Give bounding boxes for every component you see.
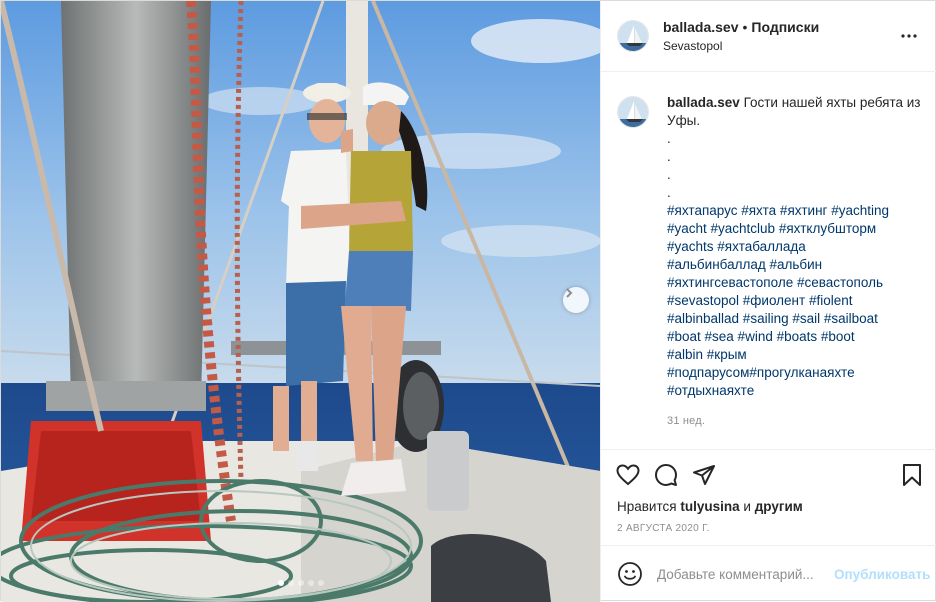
comments-section: ballada.sev Гости нашей яхты ребята из У… xyxy=(601,72,936,449)
save-button[interactable] xyxy=(899,462,925,488)
paper-plane-icon xyxy=(693,464,715,485)
post-photo[interactable] xyxy=(1,1,600,602)
hashtags: #яхтапарус #яхта #яхтинг #yachting #yach… xyxy=(667,202,921,400)
sailboat-avatar-icon xyxy=(618,97,648,127)
caption-dot: . xyxy=(667,149,671,164)
location-link[interactable]: Sevastopol xyxy=(663,39,897,53)
hashtag-line[interactable]: #подпарусом#прогулканаяхте xyxy=(667,364,921,382)
post-actions xyxy=(601,449,936,499)
chevron-right-icon xyxy=(566,288,573,298)
yacht-photo xyxy=(1,1,600,602)
hashtag-line[interactable]: #albinballad #sailing #sail #sailboat xyxy=(667,310,921,328)
add-comment-bar: Опубликовать xyxy=(601,545,936,602)
carousel-dot xyxy=(287,580,294,586)
likes-others-button[interactable]: другим xyxy=(755,499,803,514)
caption: ballada.sev Гости нашей яхты ребята из У… xyxy=(617,94,921,430)
smiley-icon[interactable] xyxy=(617,561,643,587)
hashtag-line[interactable]: #яхтингсевастополе #севастополь xyxy=(667,274,921,292)
hashtag-line[interactable]: #яхтапарус #яхта #яхтинг #yachting xyxy=(667,202,921,220)
comment-input[interactable] xyxy=(657,566,834,582)
likes-and: и xyxy=(743,499,751,514)
more-horizontal-icon xyxy=(901,34,917,38)
author-username[interactable]: ballada.sev xyxy=(663,19,739,35)
heart-icon xyxy=(616,463,640,485)
publish-button[interactable]: Опубликовать xyxy=(834,567,930,582)
like-button[interactable] xyxy=(615,462,641,488)
hashtag-line[interactable]: #albin #крым xyxy=(667,346,921,364)
avatar[interactable] xyxy=(617,96,649,128)
more-options-button[interactable] xyxy=(897,24,921,48)
hashtag-line[interactable]: #yachts #яхтабаллада xyxy=(667,238,921,256)
hashtag-line[interactable]: #yacht #yachtclub #яхтклубшторм xyxy=(667,220,921,238)
sailboat-avatar-icon xyxy=(618,21,648,51)
post-date[interactable]: 2 АВГУСТА 2020 Г. xyxy=(601,523,936,545)
post-dialog: ballada.sev • Подписки Sevastopol ballad… xyxy=(0,0,936,602)
caption-dot: . xyxy=(667,167,671,182)
likes-summary: Нравится tulyusina и другим xyxy=(601,499,936,519)
likes-prefix: Нравится xyxy=(617,499,677,514)
caption-dot: . xyxy=(667,131,671,146)
caption-author[interactable]: ballada.sev xyxy=(667,95,740,110)
hashtag-line[interactable]: #boat #sea #wind #boats #boot xyxy=(667,328,921,346)
caption-dot: . xyxy=(667,185,671,200)
carousel-dot xyxy=(277,580,284,586)
share-button[interactable] xyxy=(691,462,717,488)
carousel-indicator xyxy=(1,580,600,586)
comment-button[interactable] xyxy=(653,462,679,488)
following-button[interactable]: Подписки xyxy=(751,19,819,35)
hashtag-line[interactable]: #альбинбаллад #альбин xyxy=(667,256,921,274)
comment-icon xyxy=(655,463,677,486)
avatar[interactable] xyxy=(617,20,649,52)
bookmark-icon xyxy=(903,463,921,486)
separator-dot: • xyxy=(742,19,748,35)
post-header: ballada.sev • Подписки Sevastopol xyxy=(601,1,936,72)
carousel-dot xyxy=(297,580,304,586)
carousel-next-button[interactable] xyxy=(563,287,589,313)
carousel-dot xyxy=(317,580,324,586)
hashtag-line[interactable]: #отдыхнаяхте xyxy=(667,382,921,400)
post-side-panel: ballada.sev • Подписки Sevastopol ballad… xyxy=(600,1,936,602)
caption-timestamp[interactable]: 31 нед. xyxy=(667,412,921,430)
liked-by-username[interactable]: tulyusina xyxy=(680,499,739,514)
carousel-dot xyxy=(307,580,314,586)
hashtag-line[interactable]: #sevastopol #фиолент #fiolent xyxy=(667,292,921,310)
